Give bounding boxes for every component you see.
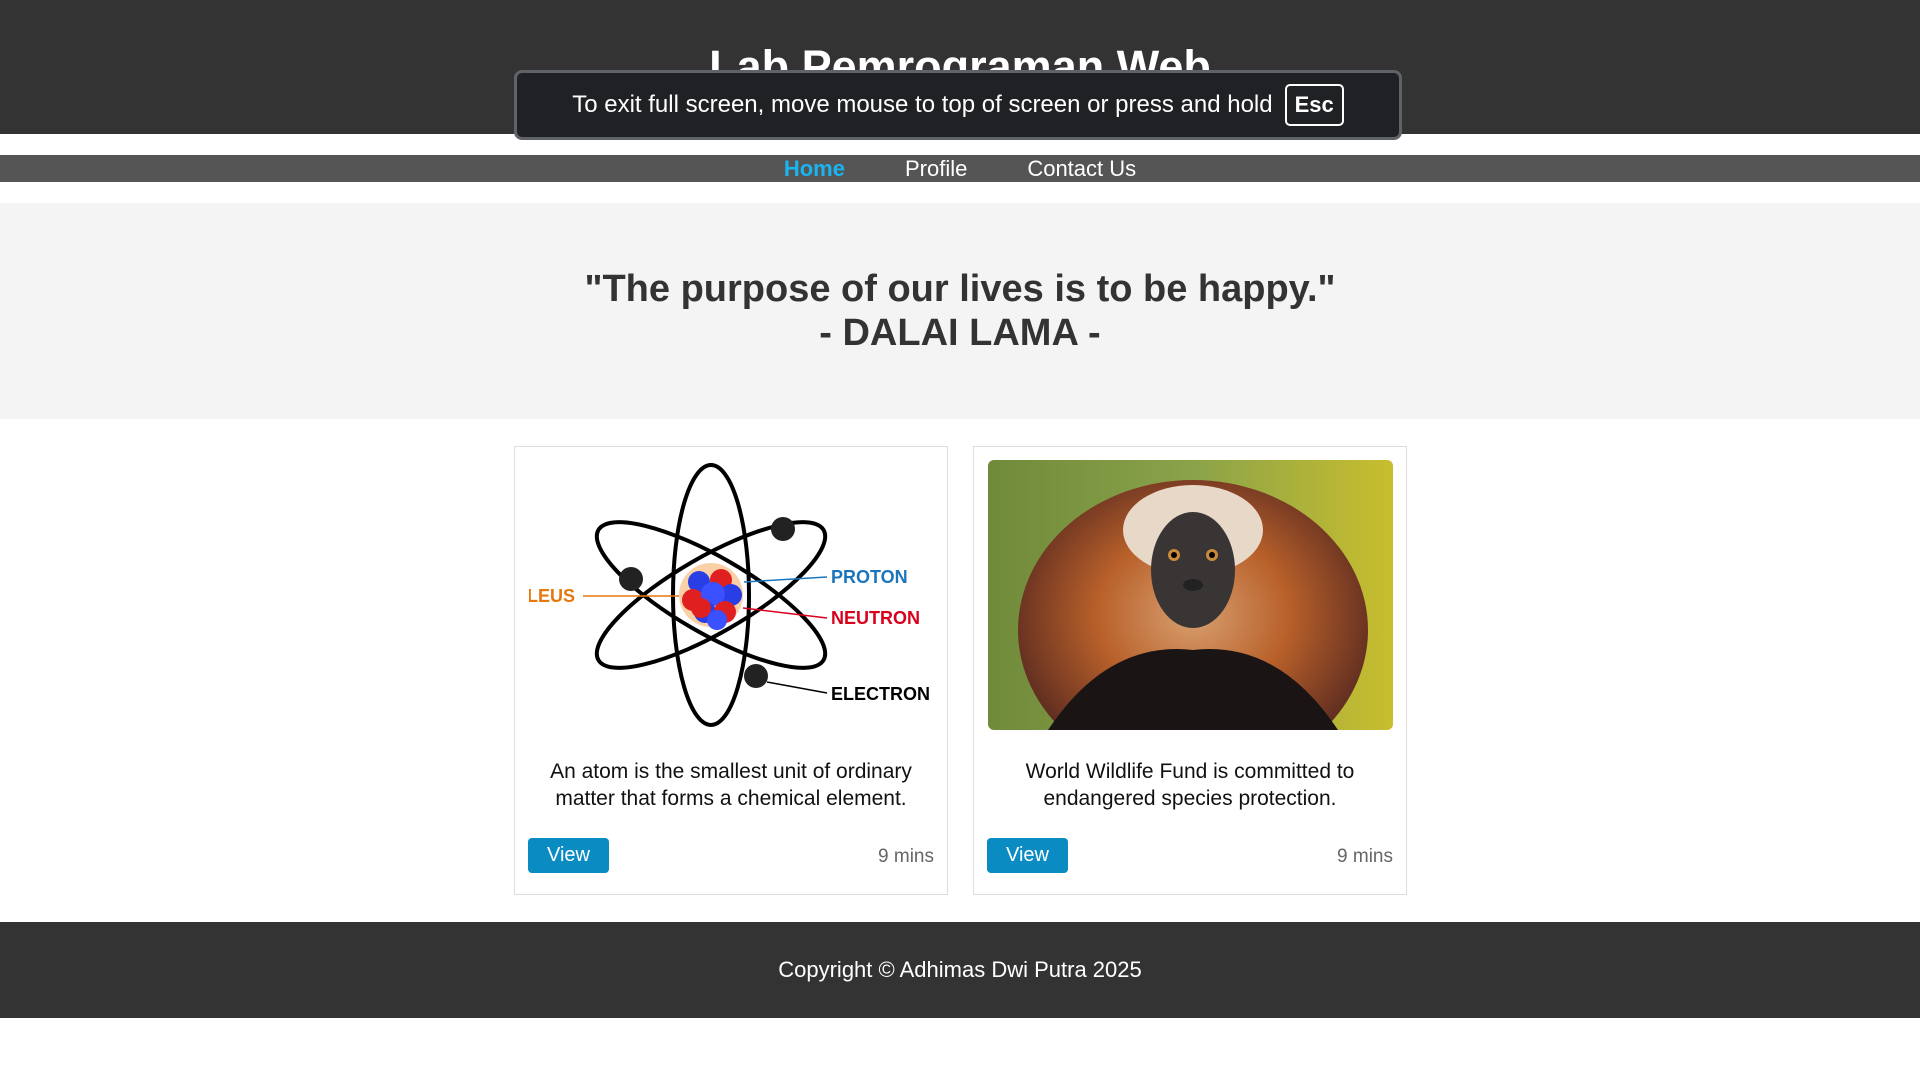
view-button[interactable]: View	[987, 838, 1068, 873]
esc-key-badge: Esc	[1284, 84, 1344, 126]
main-nav: Home Profile Contact Us	[0, 155, 1920, 182]
card-description: World Wildlife Fund is committed to enda…	[1025, 760, 1355, 810]
nav-contact-link[interactable]: Contact Us	[1027, 155, 1136, 182]
read-time: 9 mins	[878, 846, 934, 867]
nav-home-link[interactable]: Home	[784, 155, 845, 182]
atom-diagram-image: PROTON NEUTRON ELECTRON LEUS	[529, 460, 934, 730]
hero-author: - DALAI LAMA -	[819, 312, 1101, 354]
nucleus-label: LEUS	[529, 586, 575, 606]
proton-label: PROTON	[831, 567, 908, 587]
electron-label: ELECTRON	[831, 684, 930, 704]
site-footer: Copyright © Adhimas Dwi Putra 2025	[0, 922, 1920, 1018]
atom-illustration: PROTON NEUTRON ELECTRON LEUS	[529, 460, 934, 730]
article-card-wildlife: World Wildlife Fund is committed to enda…	[973, 446, 1407, 895]
tamarin-photo	[988, 460, 1393, 730]
copyright-text: Copyright © Adhimas Dwi Putra 2025	[778, 957, 1142, 982]
neutron-label: NEUTRON	[831, 608, 920, 628]
article-card-atom: PROTON NEUTRON ELECTRON LEUS An atom is …	[514, 446, 948, 895]
nav-profile-link[interactable]: Profile	[905, 155, 967, 182]
card-description: An atom is the smallest unit of ordinary…	[550, 760, 912, 810]
fullscreen-notice-text: To exit full screen, move mouse to top o…	[572, 91, 1273, 118]
hero-quote: "The purpose of our lives is to be happy…	[584, 268, 1336, 310]
tamarin-illustration	[988, 460, 1393, 730]
read-time: 9 mins	[1337, 846, 1393, 867]
view-button[interactable]: View	[528, 838, 609, 873]
fullscreen-exit-notice: To exit full screen, move mouse to top o…	[514, 70, 1402, 140]
quote-hero: "The purpose of our lives is to be happy…	[0, 203, 1920, 419]
